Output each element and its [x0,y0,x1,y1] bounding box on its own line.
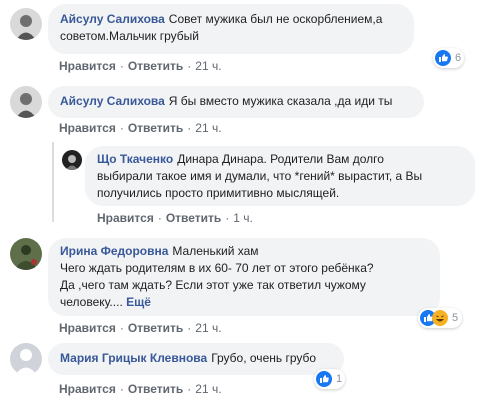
like-icon [316,371,332,387]
comment-author[interactable]: Айсулу Салихова [60,12,165,26]
reply-thread-line [52,142,54,222]
comment-actions: Нравится · Ответить · 21 ч. [59,121,222,135]
like-link[interactable]: Нравится [97,211,154,225]
comment-bubble: Айсулу Салихова Совет мужика был не оскор… [48,4,414,54]
avatar[interactable] [10,343,42,375]
reply-link[interactable]: Ответить [128,59,183,73]
reaction-summary[interactable]: 6 [433,48,464,68]
comment-time[interactable]: 21 ч. [195,321,221,335]
reaction-summary[interactable]: 1 [314,369,345,389]
comment-bubble: Ирина Федоровна Маленький хам Чего ждать … [48,238,440,316]
comment-time[interactable]: 1 ч. [233,211,253,225]
haha-icon [432,310,448,326]
comment-actions: Нравится · Ответить · 21 ч. [59,59,222,73]
comment-time[interactable]: 21 ч. [195,59,221,73]
comment-bubble: Мария Грицык Клевнова Грубо, очень грубо [48,343,344,375]
reaction-count: 6 [455,52,462,64]
like-link[interactable]: Нравится [59,382,116,396]
like-link[interactable]: Нравится [59,121,116,135]
comment-actions: Нравится · Ответить · 21 ч. [59,321,222,335]
see-more-link[interactable]: Ещё [126,295,151,309]
reaction-count: 5 [452,312,459,324]
avatar[interactable] [62,150,82,170]
avatar[interactable] [10,86,42,118]
reply-link[interactable]: Ответить [128,382,183,396]
comment-actions: Нравится · Ответить · 1 ч. [97,211,253,225]
like-link[interactable]: Нравится [59,321,116,335]
comment-author[interactable]: Що Ткаченко [97,152,173,166]
comment-time[interactable]: 21 ч. [195,382,221,396]
reply-link[interactable]: Ответить [128,321,183,335]
like-link[interactable]: Нравится [59,59,116,73]
comment-time[interactable]: 21 ч. [195,121,221,135]
comment-author[interactable]: Айсулу Салихова [60,94,165,108]
avatar[interactable] [10,238,42,270]
comment-actions: Нравится · Ответить · 21 ч. [59,382,222,396]
comment-author[interactable]: Ирина Федоровна [60,244,168,258]
reaction-count: 1 [336,373,343,385]
reply-link[interactable]: Ответить [166,211,221,225]
reaction-summary[interactable]: 5 [418,308,462,328]
comment-bubble: Що Ткаченко Динара Динара. Родители Вам д… [85,146,475,206]
comment-text: Я бы вместо мужика сказала ,да иди ты [168,94,393,108]
comment-bubble: Айсулу Салихова Я бы вместо мужика сказал… [48,86,424,118]
comment-author[interactable]: Мария Грицык Клевнова [60,351,207,365]
comment-text: Грубо, очень грубо [211,351,317,365]
avatar[interactable] [10,8,42,40]
reply-link[interactable]: Ответить [128,121,183,135]
like-icon [435,50,451,66]
